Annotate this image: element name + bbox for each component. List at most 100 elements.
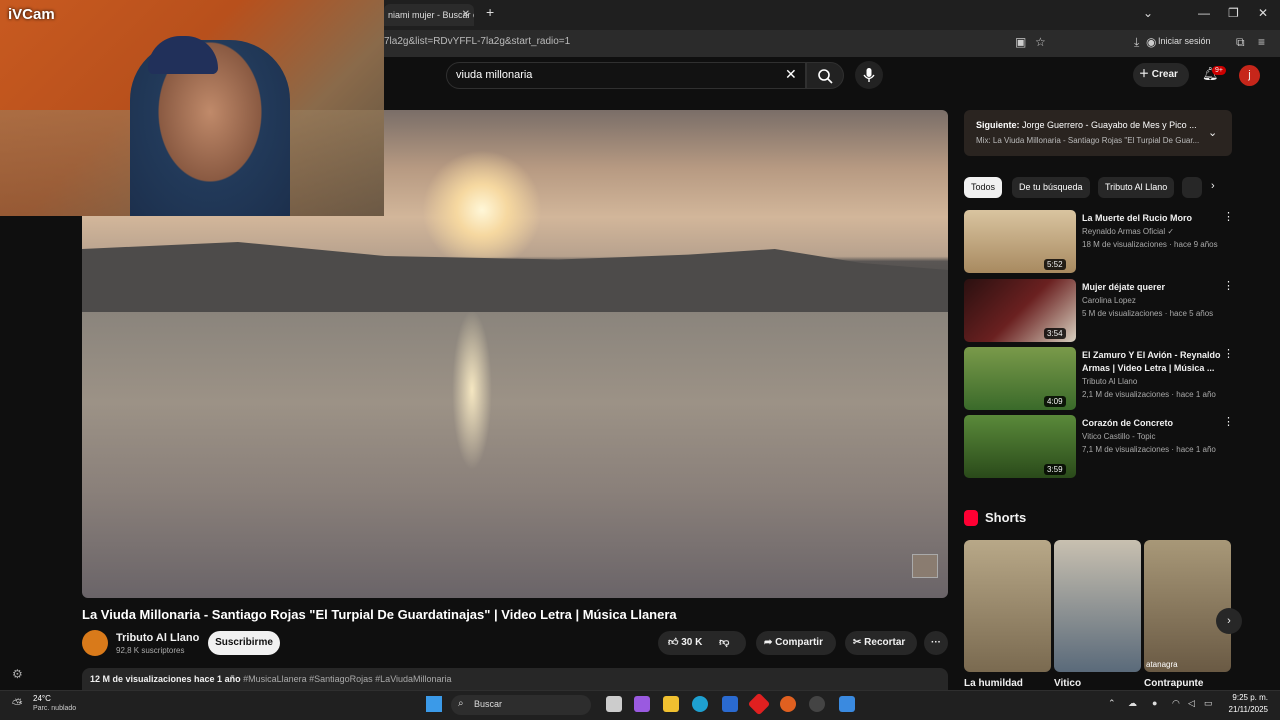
taskbar-date[interactable]: 21/11/2025 — [1222, 705, 1268, 714]
share-label: Compartir — [775, 637, 823, 648]
microphone-icon — [863, 68, 875, 82]
short-watermark: atanagra — [1146, 660, 1178, 669]
short-thumbnail[interactable] — [964, 540, 1051, 672]
weather-temperature[interactable]: 24°C — [33, 694, 51, 703]
clear-search-icon[interactable]: ✕ — [785, 66, 797, 83]
file-explorer-icon[interactable] — [663, 696, 679, 712]
chip-channel[interactable]: Tributo Al Llano — [1098, 177, 1175, 198]
start-button[interactable] — [426, 696, 442, 712]
recommendation-channel[interactable]: Vitico Castillo - Topic — [1082, 432, 1156, 441]
volume-icon[interactable]: ◁ — [1188, 698, 1195, 709]
minimize-button[interactable]: — — [1198, 6, 1210, 20]
browser-tab[interactable]: niami mujer - Buscar c ✕ — [384, 4, 474, 26]
account-icon[interactable]: ◉ — [1146, 35, 1156, 49]
dislike-button[interactable]: 👎︎ — [719, 637, 729, 648]
up-next-label: Siguiente: — [976, 120, 1020, 130]
clip-label: Recortar — [864, 637, 906, 648]
battery-icon[interactable]: ▭ — [1204, 698, 1213, 709]
more-actions-button[interactable]: ··· — [924, 631, 948, 655]
recommendation-title[interactable]: Mujer déjate querer — [1082, 281, 1222, 294]
short-title[interactable]: Contrapunte — [1144, 678, 1203, 689]
share-button[interactable]: ➦ Compartir — [756, 631, 836, 655]
recommendation-title[interactable]: La Muerte del Rucio Moro — [1082, 212, 1222, 225]
thumbs-down-icon: 👎︎ — [719, 637, 730, 648]
screenshot-icon[interactable]: ▣ — [1015, 35, 1026, 49]
recommendation-item[interactable]: 3:59 Corazón de Concreto Vitico Castillo… — [964, 415, 1234, 479]
menu-icon[interactable]: ≡ — [1258, 35, 1265, 49]
weather-icon[interactable]: ⛅︎ — [12, 696, 22, 712]
duration-badge: 5:52 — [1044, 259, 1066, 270]
hashtags[interactable]: #MusicaLlanera #SantiagoRojas #LaViudaMi… — [243, 674, 451, 684]
recommendation-item[interactable]: 5:52 La Muerte del Rucio Moro Reynaldo A… — [964, 210, 1234, 274]
short-thumbnail[interactable] — [1054, 540, 1141, 672]
chip-overflow[interactable] — [1182, 177, 1202, 198]
duration-badge: 4:09 — [1044, 396, 1066, 407]
like-button[interactable]: 👍︎ 30 K — [668, 637, 702, 648]
cloud-icon[interactable]: ☁ — [1128, 698, 1137, 709]
short-title[interactable]: Vitico — [1054, 678, 1081, 689]
taskbar-time[interactable]: 9:25 p. m. — [1228, 693, 1268, 702]
subscribe-button[interactable]: Suscribirme — [208, 631, 280, 655]
like-dislike-group: 👍︎ 30 K 👎︎ — [658, 631, 746, 655]
channel-name[interactable]: Tributo Al Llano — [116, 632, 199, 644]
avatar[interactable]: j — [1239, 65, 1260, 86]
short-title[interactable]: La humildad — [964, 678, 1023, 689]
recommendation-title[interactable]: Corazón de Concreto — [1082, 417, 1222, 430]
chip-from-search[interactable]: De tu búsqueda — [1012, 177, 1090, 198]
chip-all[interactable]: Todos — [964, 177, 1003, 198]
maximize-button[interactable]: ❐ — [1228, 6, 1239, 20]
tray-overflow-icon[interactable]: ⌃ — [1108, 698, 1116, 709]
app-circle-icon[interactable] — [809, 696, 825, 712]
taskbar-search-label: Buscar — [474, 699, 503, 709]
edge-icon[interactable] — [692, 696, 708, 712]
close-window-button[interactable]: ✕ — [1258, 6, 1268, 20]
more-options-icon[interactable]: ⋮ — [1223, 415, 1234, 428]
chevron-down-icon[interactable]: ⌄ — [1208, 126, 1217, 139]
recommendation-item[interactable]: 4:09 El Zamuro Y El Avión - Reynaldo Arm… — [964, 347, 1234, 411]
video-channel-watermark[interactable] — [912, 554, 938, 578]
webcam-overlay: iVCam — [0, 0, 384, 216]
up-next-panel[interactable] — [964, 110, 1232, 156]
weather-description[interactable]: Parc. nublado — [33, 705, 76, 712]
copilot-icon[interactable] — [634, 696, 650, 712]
firefox-icon[interactable] — [780, 696, 796, 712]
shorts-next-button[interactable]: › — [1216, 608, 1242, 634]
taskbar-search[interactable] — [451, 695, 591, 715]
app-blue-icon[interactable] — [839, 696, 855, 712]
channel-avatar[interactable] — [82, 630, 108, 656]
webcam-label: iVCam — [8, 6, 55, 23]
more-options-icon[interactable]: ⋮ — [1223, 279, 1234, 292]
create-label: Crear — [1151, 69, 1178, 80]
new-tab-button[interactable]: + — [486, 4, 494, 20]
wifi-icon[interactable]: ◠ — [1172, 698, 1180, 709]
description-box[interactable]: 12 M de visualizaciones hace 1 año #Musi… — [82, 668, 948, 690]
more-options-icon[interactable]: ⋮ — [1223, 210, 1234, 223]
recommendation-title[interactable]: El Zamuro Y El Avión - Reynaldo Armas | … — [1082, 349, 1222, 375]
recommendation-channel[interactable]: Tributo Al Llano — [1082, 377, 1137, 386]
duration-badge: 3:59 — [1044, 464, 1066, 475]
search-icon — [818, 69, 833, 84]
recommendation-item[interactable]: 3:54 Mujer déjate querer Carolina Lopez … — [964, 279, 1234, 343]
chevron-right-icon[interactable]: › — [1211, 180, 1215, 192]
clip-button[interactable]: ✂ Recortar — [845, 631, 917, 655]
search-input[interactable]: viuda millonaria — [456, 69, 532, 81]
share-icon: ➦ — [764, 637, 776, 648]
store-icon[interactable] — [722, 696, 738, 712]
bookmark-star-icon[interactable]: ☆ — [1035, 35, 1046, 49]
close-tab-icon[interactable]: ✕ — [462, 4, 470, 26]
create-button[interactable]: ＋ Crear — [1133, 63, 1189, 87]
short-thumbnail[interactable]: atanagra — [1144, 540, 1231, 672]
tab-list-icon[interactable]: ⌄ — [1143, 6, 1153, 20]
mic-tray-icon[interactable]: ● — [1152, 698, 1157, 708]
gear-icon[interactable]: ⚙ — [12, 667, 23, 681]
download-icon[interactable]: ⤓ — [1134, 35, 1139, 50]
sign-in-button[interactable]: Iniciar sesión — [1158, 36, 1211, 46]
task-view-icon[interactable] — [606, 696, 622, 712]
voice-search-button[interactable] — [855, 61, 883, 89]
recommendation-channel[interactable]: Carolina Lopez — [1082, 296, 1136, 305]
search-button[interactable] — [806, 62, 844, 89]
url-field[interactable]: 7la2g&list=RDvYFFL-7la2g&start_radio=1 — [384, 36, 570, 47]
more-options-icon[interactable]: ⋮ — [1223, 347, 1234, 360]
extensions-icon[interactable]: ⧉ — [1236, 35, 1245, 50]
recommendation-channel[interactable]: Reynaldo Armas Oficial ✓ — [1082, 227, 1174, 236]
